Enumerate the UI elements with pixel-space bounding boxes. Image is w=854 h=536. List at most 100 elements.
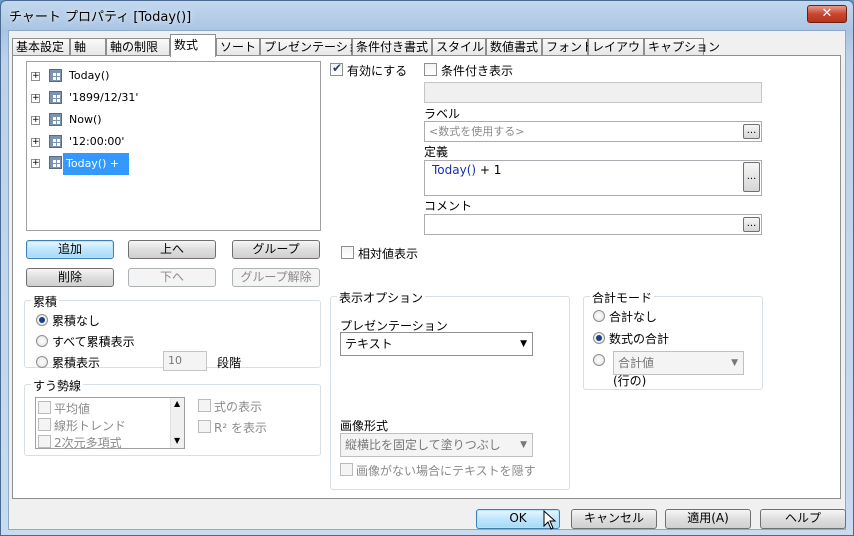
comment-ellipsis-button[interactable]: ...	[743, 217, 760, 232]
table-icon	[49, 135, 62, 148]
show-r2-checkbox[interactable]	[198, 420, 211, 433]
accumulation-title: 累積	[31, 293, 60, 310]
tab-basic[interactable]: 基本設定	[12, 38, 70, 56]
relative-checkbox[interactable]	[341, 246, 354, 259]
help-button[interactable]: ヘルプ	[760, 509, 846, 529]
expand-icon[interactable]: +	[31, 72, 40, 81]
tree-item-today[interactable]: + Today()	[31, 66, 151, 86]
tree-item-1899[interactable]: + '1899/12/31'	[31, 88, 151, 108]
chevron-down-icon: ▼	[731, 358, 738, 368]
comment-input[interactable]	[424, 214, 762, 235]
tree-item-label: Today()	[69, 69, 110, 82]
tab-presentation[interactable]: プレゼンテーション	[260, 38, 372, 56]
move-down-button[interactable]: 下へ	[128, 268, 216, 287]
group-button[interactable]: グループ	[232, 240, 320, 259]
radio-expression-total[interactable]	[593, 332, 605, 344]
trend-linear-checkbox[interactable]	[38, 418, 51, 431]
expand-icon[interactable]: +	[31, 116, 40, 125]
tab-axis-limits[interactable]: 軸の制限	[106, 38, 170, 56]
condition-input[interactable]	[424, 82, 762, 103]
presentation-value: テキスト	[345, 337, 393, 351]
image-format-value: 縦横比を固定して塗りつぶし	[345, 438, 501, 452]
cancel-button[interactable]: キャンセル	[571, 509, 657, 529]
tab-number-format[interactable]: 数値書式	[486, 38, 542, 56]
rows-label: (行の)	[613, 374, 647, 388]
radio-full-accumulation[interactable]	[36, 335, 48, 347]
chart-properties-window: チャート プロパティ [Today()] ✕ 基本設定 軸 軸の制限 数式 ソー…	[0, 0, 854, 536]
tree-item-label: Today() + 1	[63, 153, 129, 192]
trend-label: 線形トレンド	[54, 419, 127, 433]
tab-layout[interactable]: レイアウト	[588, 38, 652, 56]
expand-icon[interactable]: +	[31, 94, 40, 103]
ungroup-button[interactable]: グループ解除	[232, 268, 320, 287]
radio-label: 合計なし	[609, 310, 658, 324]
radio-label: 累積なし	[52, 314, 101, 328]
tab-caption[interactable]: キャプション	[644, 38, 720, 56]
scroll-up-icon[interactable]: ▲	[174, 399, 180, 408]
show-formula-label: 式の表示	[214, 400, 263, 414]
show-r2-label: R² を表示	[214, 421, 267, 435]
trend-label: 平均値	[54, 402, 91, 416]
hide-text-checkbox[interactable]	[340, 463, 353, 476]
expand-icon[interactable]: +	[31, 138, 40, 147]
radio-label: 数式の合計	[609, 332, 670, 346]
delete-button[interactable]: 削除	[26, 268, 114, 287]
expressions-panel: + Today() + '1899/12/31' + Now() + '12:0…	[12, 55, 841, 499]
tree-item-now[interactable]: + Now()	[31, 110, 151, 130]
conditional-checkbox[interactable]	[424, 63, 437, 76]
accumulation-group: 累積 累積なし すべて累積表示 累積表示 10 段階	[24, 293, 321, 371]
radio-no-accumulation[interactable]	[36, 314, 48, 326]
tab-expressions[interactable]: 数式	[170, 34, 216, 57]
image-format-combo[interactable]: 縦横比を固定して塗りつぶし ▼	[340, 433, 533, 457]
definition-ellipsis-button[interactable]: ...	[743, 162, 760, 192]
trendline-scrollbar[interactable]: ▲ ▼	[170, 398, 184, 448]
display-options-title: 表示オプション	[337, 289, 426, 306]
tab-style[interactable]: スタイル	[432, 38, 486, 56]
definition-function: Today()	[432, 163, 477, 177]
tab-font[interactable]: フォント	[542, 38, 594, 56]
radio-no-total[interactable]	[593, 310, 605, 322]
definition-title: 定義	[424, 145, 449, 159]
show-formula-checkbox[interactable]	[198, 399, 211, 412]
add-button[interactable]: 追加	[26, 240, 114, 259]
tab-axis[interactable]: 軸	[70, 38, 106, 56]
apply-button[interactable]: 適用(A)	[665, 509, 751, 529]
aggregate-value: 合計値	[618, 356, 655, 370]
definition-input[interactable]: Today() + 1	[424, 160, 762, 196]
tree-item-today-plus-1[interactable]: + Today() + 1	[31, 153, 151, 192]
tree-item-noon[interactable]: + '12:00:00'	[31, 132, 151, 152]
mouse-cursor-icon	[543, 510, 557, 530]
total-mode-title: 合計モード	[590, 289, 655, 306]
table-icon	[49, 91, 62, 104]
window-title: チャート プロパティ [Today()]	[9, 10, 192, 25]
radio-accumulate-steps[interactable]	[36, 356, 48, 368]
trendline-list[interactable]: 平均値 線形トレンド 2次元多項式 ▲ ▼	[35, 397, 185, 450]
expression-tree[interactable]: + Today() + '1899/12/31' + Now() + '12:0…	[26, 61, 321, 231]
hide-text-label: 画像がない場合にテキストを隠す	[356, 464, 536, 478]
title-bar[interactable]: チャート プロパティ [Today()] ✕	[1, 1, 853, 29]
tree-item-label: Now()	[69, 113, 102, 126]
radio-aggregate-total[interactable]	[593, 354, 605, 366]
tab-conditional-format[interactable]: 条件付き書式	[352, 38, 432, 56]
tab-sort[interactable]: ソート	[216, 38, 260, 56]
radio-label: 累積表示	[52, 356, 101, 370]
steps-spinner[interactable]: 10	[163, 351, 207, 371]
chevron-down-icon: ▼	[520, 440, 527, 450]
expand-icon[interactable]: +	[31, 159, 40, 168]
enable-checkbox[interactable]	[330, 61, 343, 76]
conditional-label: 条件付き表示	[441, 64, 514, 78]
table-icon	[49, 69, 62, 82]
trendlines-title: すう勢線	[31, 377, 84, 394]
label-input[interactable]: <数式を使用する>	[424, 121, 762, 142]
trend-polynomial-checkbox[interactable]	[38, 435, 51, 448]
presentation-combo[interactable]: テキスト ▼	[340, 332, 533, 356]
display-options-group: 表示オプション プレゼンテーション テキスト ▼ 画像形式 縦横比を固定して塗り…	[330, 289, 570, 490]
move-up-button[interactable]: 上へ	[128, 240, 216, 259]
label-title: ラベル	[424, 107, 461, 121]
scroll-down-icon[interactable]: ▼	[174, 436, 180, 445]
enable-label: 有効にする	[347, 64, 408, 78]
trend-average-checkbox[interactable]	[38, 401, 51, 414]
label-ellipsis-button[interactable]: ...	[743, 124, 760, 139]
close-button[interactable]: ✕	[807, 5, 847, 23]
table-icon	[49, 156, 62, 169]
